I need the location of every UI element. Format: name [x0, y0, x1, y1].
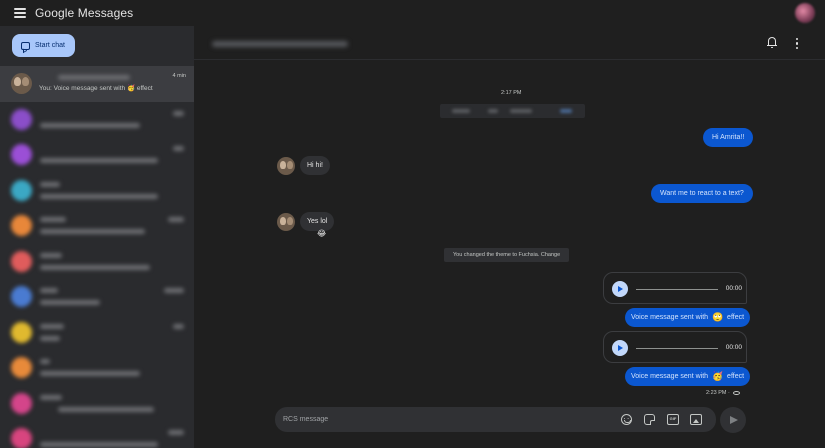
chat-bubble-icon: [21, 41, 30, 50]
message-status: 2:23 PM ·: [706, 390, 740, 396]
conversation-snippet-redacted: [40, 229, 145, 234]
conversation-avatar: [11, 286, 32, 307]
contact-avatar[interactable]: [277, 157, 295, 175]
conversation-item[interactable]: [0, 244, 194, 280]
conversation-time-redacted: [173, 323, 184, 329]
chat-header: [194, 26, 825, 60]
start-chat-button[interactable]: Start chat: [12, 34, 75, 57]
conversation-avatar: [11, 179, 32, 201]
reaction-laughing-icon[interactable]: 😂: [317, 229, 326, 238]
contact-avatar[interactable]: [277, 213, 295, 231]
conversation-item[interactable]: [0, 421, 194, 448]
conversation-name-redacted: [40, 181, 60, 187]
menu-icon[interactable]: [14, 8, 26, 18]
emoji-icon[interactable]: [621, 414, 632, 425]
audio-progress-slider[interactable]: [636, 288, 718, 290]
message-input[interactable]: [283, 407, 603, 432]
outgoing-message[interactable]: Want me to react to a text?: [651, 184, 753, 203]
conversation-avatar: [11, 215, 32, 236]
conversation-avatar: [11, 321, 32, 343]
conversation-item[interactable]: [0, 208, 194, 244]
party-face-icon: 🥳: [126, 85, 136, 92]
contact-name-redacted: [212, 41, 348, 47]
conversation-name-redacted: [40, 288, 58, 293]
voice-message-player: 00:00: [603, 331, 747, 363]
bell-icon[interactable]: [767, 37, 777, 49]
theme-change-notice[interactable]: You changed the theme to Fuchsia. Change: [444, 248, 570, 262]
media-icon[interactable]: [690, 414, 702, 425]
conversation-list: 4 min You: Voice message sent with 🥳 eff…: [0, 66, 194, 448]
conversation-avatar: [11, 144, 32, 165]
conversation-snippet-redacted: [40, 335, 60, 341]
conversation-name-redacted: [40, 394, 62, 400]
conversation-time-redacted: [173, 110, 184, 116]
timestamp-divider: 2:17 PM: [501, 90, 522, 96]
more-options-icon[interactable]: [795, 38, 799, 49]
incoming-message[interactable]: Hi hi!: [300, 156, 330, 175]
conversation-avatar: [11, 392, 32, 414]
conversation-item[interactable]: [0, 350, 194, 386]
play-icon[interactable]: [612, 340, 628, 356]
account-avatar[interactable]: [795, 3, 815, 23]
outgoing-message[interactable]: Hi Amrita!!: [703, 128, 754, 147]
eye-roll-face-icon: 🙄: [712, 312, 724, 322]
conversation-sidebar: Start chat 4 min You: Voice message sent…: [0, 26, 194, 448]
party-face-icon: 🥳: [712, 371, 724, 381]
conversation-name-redacted: [40, 323, 64, 329]
conversation-item[interactable]: [0, 102, 194, 138]
conversation-time-redacted: [168, 217, 184, 222]
conversation-item[interactable]: [0, 137, 194, 173]
chat-pane: 2:17 PM Hi Amrita!! Hi hi! Want me to re…: [194, 26, 825, 448]
conversation-snippet-redacted: [40, 264, 150, 270]
audio-duration: 00:00: [725, 344, 742, 351]
conversation-time-redacted: [168, 430, 184, 435]
conversation-avatar: [11, 250, 32, 272]
conversation-snippet-redacted: [40, 300, 100, 305]
conversation-snippet: You: Voice message sent with 🥳 effect: [39, 85, 153, 92]
conversation-snippet-redacted: [40, 193, 158, 199]
conversation-snippet-redacted: [40, 122, 140, 128]
audio-progress-slider[interactable]: [636, 347, 718, 349]
conversation-name-redacted: [40, 359, 50, 364]
conversation-avatar: [11, 357, 32, 378]
conversation-avatar: [11, 108, 32, 130]
conversation-snippet-redacted: [40, 158, 158, 163]
conversation-snippet-redacted: [40, 442, 158, 447]
conversation-time-redacted: [164, 288, 184, 293]
play-icon[interactable]: [612, 281, 628, 297]
voice-message-caption[interactable]: Voice message sent with 🥳 effect: [625, 367, 751, 386]
conversation-name-redacted: [58, 75, 130, 80]
conversation-item[interactable]: [0, 173, 194, 209]
conversation-avatar: [11, 73, 32, 94]
voice-message-caption[interactable]: Voice message sent with 🙄 effect: [625, 308, 751, 327]
app-title: Google Messages: [35, 6, 134, 20]
conversation-item[interactable]: [0, 315, 194, 351]
voice-message-player: 00:00: [603, 272, 747, 304]
conversation-time-redacted: [173, 146, 184, 151]
sticker-icon[interactable]: [644, 414, 655, 425]
message-composer: GIF: [275, 407, 716, 432]
conversation-avatar: [11, 428, 32, 448]
conversation-snippet-redacted: [58, 406, 154, 412]
conversation-name-redacted: [40, 252, 62, 258]
encryption-notice-redacted: [440, 104, 585, 118]
gif-icon[interactable]: GIF: [667, 414, 679, 425]
seen-eye-icon: [732, 391, 740, 395]
top-bar: Google Messages: [0, 0, 825, 26]
conversation-time: 4 min: [172, 73, 186, 79]
send-button[interactable]: [720, 407, 746, 433]
start-chat-label: Start chat: [35, 42, 65, 49]
conversation-item[interactable]: 4 min You: Voice message sent with 🥳 eff…: [0, 66, 194, 102]
conversation-name-redacted: [40, 217, 66, 222]
conversation-item[interactable]: [0, 386, 194, 422]
conversation-snippet-redacted: [40, 371, 140, 376]
conversation-item[interactable]: [0, 279, 194, 315]
audio-duration: 00:00: [725, 285, 742, 292]
